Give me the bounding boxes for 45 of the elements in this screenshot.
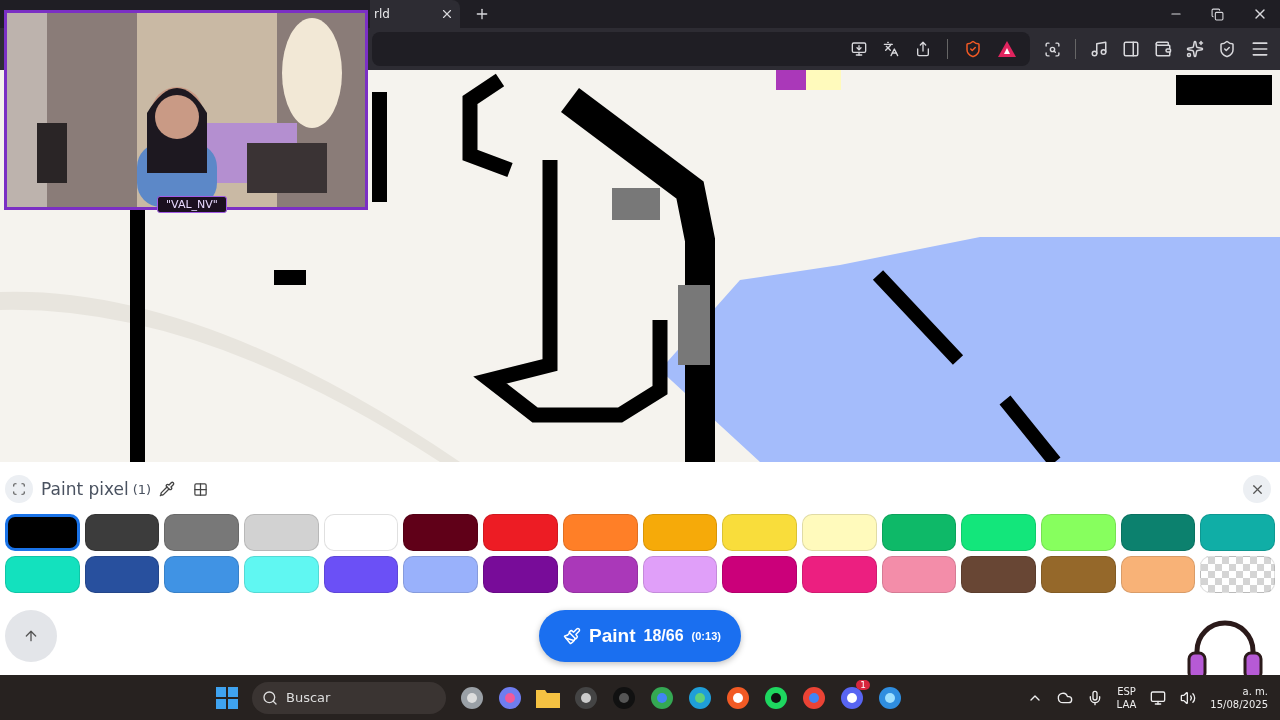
translate-icon[interactable] — [883, 41, 900, 57]
sparkle-icon[interactable] — [1186, 40, 1204, 58]
browser-tab[interactable]: rld — [370, 0, 460, 28]
color-swatch[interactable] — [5, 514, 80, 551]
menu-icon[interactable] — [1250, 39, 1270, 59]
plus-icon[interactable] — [474, 6, 490, 22]
search-icon — [262, 689, 278, 706]
pixel-count: (1) — [132, 481, 152, 497]
tab-title: rld — [374, 7, 390, 21]
app-icon[interactable] — [574, 685, 598, 710]
monitor-icon[interactable] — [1150, 689, 1167, 706]
notification-badge: 1 — [856, 679, 870, 690]
fullscreen-icon — [12, 482, 26, 496]
clock-date: 15/08/2025 — [1210, 697, 1268, 711]
shield-icon[interactable] — [1218, 40, 1236, 58]
app-icon[interactable] — [764, 685, 788, 710]
app-icon[interactable] — [726, 685, 750, 710]
four-squares-icon[interactable] — [216, 686, 238, 709]
brush-icon — [563, 627, 582, 645]
close-button[interactable] — [1243, 475, 1271, 503]
share-icon[interactable] — [915, 41, 932, 57]
wallet-icon[interactable] — [1154, 40, 1172, 58]
music-icon[interactable] — [1090, 40, 1108, 58]
transparent-swatch[interactable] — [1200, 556, 1275, 593]
pipette-icon[interactable] — [159, 481, 176, 497]
app-icon[interactable] — [878, 685, 902, 710]
app-icon[interactable] — [688, 685, 712, 710]
fullscreen-button[interactable] — [5, 475, 33, 503]
shield-icon[interactable] — [964, 40, 983, 58]
clock-time: a. m. — [1242, 684, 1268, 698]
close-icon[interactable] — [440, 7, 454, 21]
folder-icon[interactable] — [536, 687, 560, 708]
restore-icon[interactable] — [1211, 6, 1224, 22]
layout-label: LAA — [1116, 697, 1137, 711]
search-field[interactable]: Buscar — [252, 681, 446, 714]
search-icon[interactable] — [1044, 40, 1062, 58]
monitor-download-icon[interactable] — [851, 41, 868, 57]
language-label: ESP — [1117, 684, 1136, 698]
triangle-icon[interactable] — [998, 41, 1017, 57]
grid-icon[interactable] — [193, 481, 209, 497]
sidebar-icon[interactable] — [1122, 40, 1140, 58]
app-icon[interactable] — [460, 685, 484, 710]
panel-title: Paint pixel — [41, 479, 129, 499]
paint-button[interactable]: Paint 18/66 (0:13) — [539, 610, 741, 662]
speaker-icon[interactable] — [1180, 689, 1197, 706]
